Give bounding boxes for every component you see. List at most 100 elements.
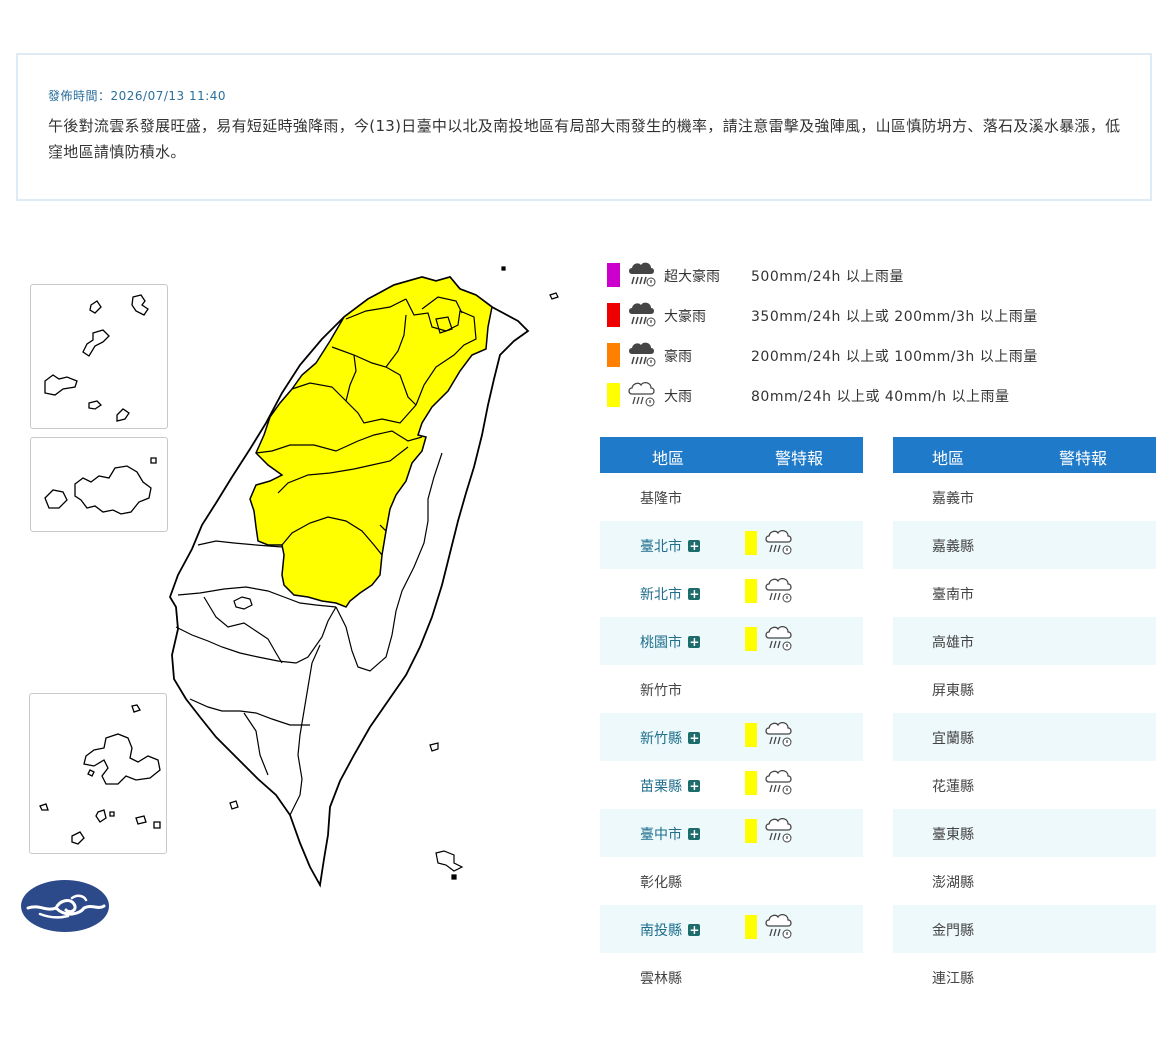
expand-plus-icon[interactable]: + xyxy=(688,924,701,936)
region-table-left: 地區 警特報 基隆市 臺北市 + 新北市 + 桃園市 + 新竹市 新竹縣 + 苗栗縣 + 臺中… xyxy=(600,437,863,1001)
region-name: 雲林縣 xyxy=(640,968,682,988)
legend-description: 500mm/24h 以上雨量 xyxy=(751,269,904,285)
region-name: 連江縣 xyxy=(932,968,974,988)
rain-warning-icon xyxy=(764,624,794,656)
heavy-rain-storm-icon xyxy=(627,340,657,372)
legend-name: 大豪雨 xyxy=(664,309,706,325)
region-name: 嘉義市 xyxy=(932,488,974,508)
expand-plus-icon[interactable]: + xyxy=(688,540,701,552)
table-row: 金門縣 xyxy=(893,905,1156,953)
region-name[interactable]: 新北市 + xyxy=(640,584,701,604)
table-row: 連江縣 xyxy=(893,953,1156,1001)
region-label: 雲林縣 xyxy=(640,971,682,987)
expand-plus-icon[interactable]: + xyxy=(688,828,701,840)
region-label: 新竹市 xyxy=(640,683,682,699)
warning-header: 警特報 xyxy=(775,449,824,468)
region-name: 屏東縣 xyxy=(932,680,974,700)
region-name: 花蓮縣 xyxy=(932,776,974,796)
region-header: 地區 xyxy=(652,449,685,468)
expand-plus-icon[interactable]: + xyxy=(688,636,701,648)
region-name: 嘉義縣 xyxy=(932,536,974,556)
table-row: 花蓮縣 xyxy=(893,761,1156,809)
table-row: 屏東縣 xyxy=(893,665,1156,713)
legend-color-swatch xyxy=(607,263,620,287)
legend-color-swatch xyxy=(607,343,620,367)
region-name: 基隆市 xyxy=(640,488,682,508)
table-row[interactable]: 新竹縣 + xyxy=(600,713,863,761)
heavy-rain-swatch xyxy=(745,627,757,651)
legend-color-swatch xyxy=(607,303,620,327)
table-row: 臺南市 xyxy=(893,569,1156,617)
region-label: 澎湖縣 xyxy=(932,875,974,891)
region-label[interactable]: 臺中市 xyxy=(640,827,682,843)
table-row: 嘉義市 xyxy=(893,473,1156,521)
table-row[interactable]: 臺中市 + xyxy=(600,809,863,857)
rain-warning-icon xyxy=(764,816,794,848)
rain-warning-icon xyxy=(764,576,794,608)
region-label: 彰化縣 xyxy=(640,875,682,891)
region-label[interactable]: 新北市 xyxy=(640,587,682,603)
table-row[interactable]: 南投縣 + xyxy=(600,905,863,953)
region-label: 金門縣 xyxy=(932,923,974,939)
inset-map-penghu[interactable] xyxy=(29,693,167,854)
region-label[interactable]: 新竹縣 xyxy=(640,731,682,747)
legend-description: 350mm/24h 以上或 200mm/3h 以上雨量 xyxy=(751,309,1038,325)
region-label[interactable]: 苗栗縣 xyxy=(640,779,682,795)
region-name: 臺東縣 xyxy=(932,824,974,844)
region-name: 彰化縣 xyxy=(640,872,682,892)
table-row: 高雄市 xyxy=(893,617,1156,665)
region-label: 基隆市 xyxy=(640,491,682,507)
table-row[interactable]: 臺北市 + xyxy=(600,521,863,569)
table-row: 臺東縣 xyxy=(893,809,1156,857)
region-name: 新竹市 xyxy=(640,680,682,700)
region-name[interactable]: 臺中市 + xyxy=(640,824,701,844)
region-name[interactable]: 南投縣 + xyxy=(640,920,701,940)
region-label[interactable]: 桃園市 xyxy=(640,635,682,651)
region-label[interactable]: 臺北市 xyxy=(640,539,682,555)
region-name[interactable]: 新竹縣 + xyxy=(640,728,701,748)
region-name[interactable]: 苗栗縣 + xyxy=(640,776,701,796)
expand-plus-icon[interactable]: + xyxy=(688,588,701,600)
rain-warning-icon xyxy=(764,912,794,944)
expand-plus-icon[interactable]: + xyxy=(688,732,701,744)
inset-map-kinmen[interactable] xyxy=(30,437,168,532)
penghu-islands-shape xyxy=(39,704,161,845)
region-label: 高雄市 xyxy=(932,635,974,651)
region-name[interactable]: 臺北市 + xyxy=(640,536,701,556)
region-label: 花蓮縣 xyxy=(932,779,974,795)
region-label[interactable]: 南投縣 xyxy=(640,923,682,939)
legend-color-swatch xyxy=(607,383,620,407)
legend-description: 200mm/24h 以上或 100mm/3h 以上雨量 xyxy=(751,349,1038,365)
issue-time: 發佈時間：2026/07/13 11:40 xyxy=(48,89,227,103)
lienchiang-islands-shape xyxy=(44,294,149,422)
heavy-rain-swatch xyxy=(745,771,757,795)
heavy-rain-swatch xyxy=(745,723,757,747)
heavy-rain-swatch xyxy=(745,915,757,939)
cwa-logo-icon xyxy=(21,880,109,932)
table-row: 宜蘭縣 xyxy=(893,713,1156,761)
kinmen-islands-shape xyxy=(44,457,157,515)
table-row: 基隆市 xyxy=(600,473,863,521)
region-name: 臺南市 xyxy=(932,584,974,604)
region-label: 嘉義市 xyxy=(932,491,974,507)
inset-map-lienchiang[interactable] xyxy=(30,284,168,429)
region-label: 臺東縣 xyxy=(932,827,974,843)
heavy-rain-swatch xyxy=(745,819,757,843)
region-name: 金門縣 xyxy=(932,920,974,940)
table-row: 新竹市 xyxy=(600,665,863,713)
region-label: 宜蘭縣 xyxy=(932,731,974,747)
rain-warning-icon xyxy=(627,380,657,412)
warning-description: 午後對流雲系發展旺盛，易有短延時強降雨，今(13)日臺中以北及南投地區有局部大雨… xyxy=(48,117,1121,161)
legend-name: 豪雨 xyxy=(664,349,692,365)
table-header: 地區 警特報 xyxy=(893,437,1156,473)
region-label: 屏東縣 xyxy=(932,683,974,699)
expand-plus-icon[interactable]: + xyxy=(688,780,701,792)
region-label: 嘉義縣 xyxy=(932,539,974,555)
table-row: 雲林縣 xyxy=(600,953,863,1001)
table-row[interactable]: 新北市 + xyxy=(600,569,863,617)
table-row[interactable]: 桃園市 + xyxy=(600,617,863,665)
heavy-rain-swatch xyxy=(745,579,757,603)
table-row[interactable]: 苗栗縣 + xyxy=(600,761,863,809)
legend-name: 超大豪雨 xyxy=(664,269,720,285)
region-name[interactable]: 桃園市 + xyxy=(640,632,701,652)
